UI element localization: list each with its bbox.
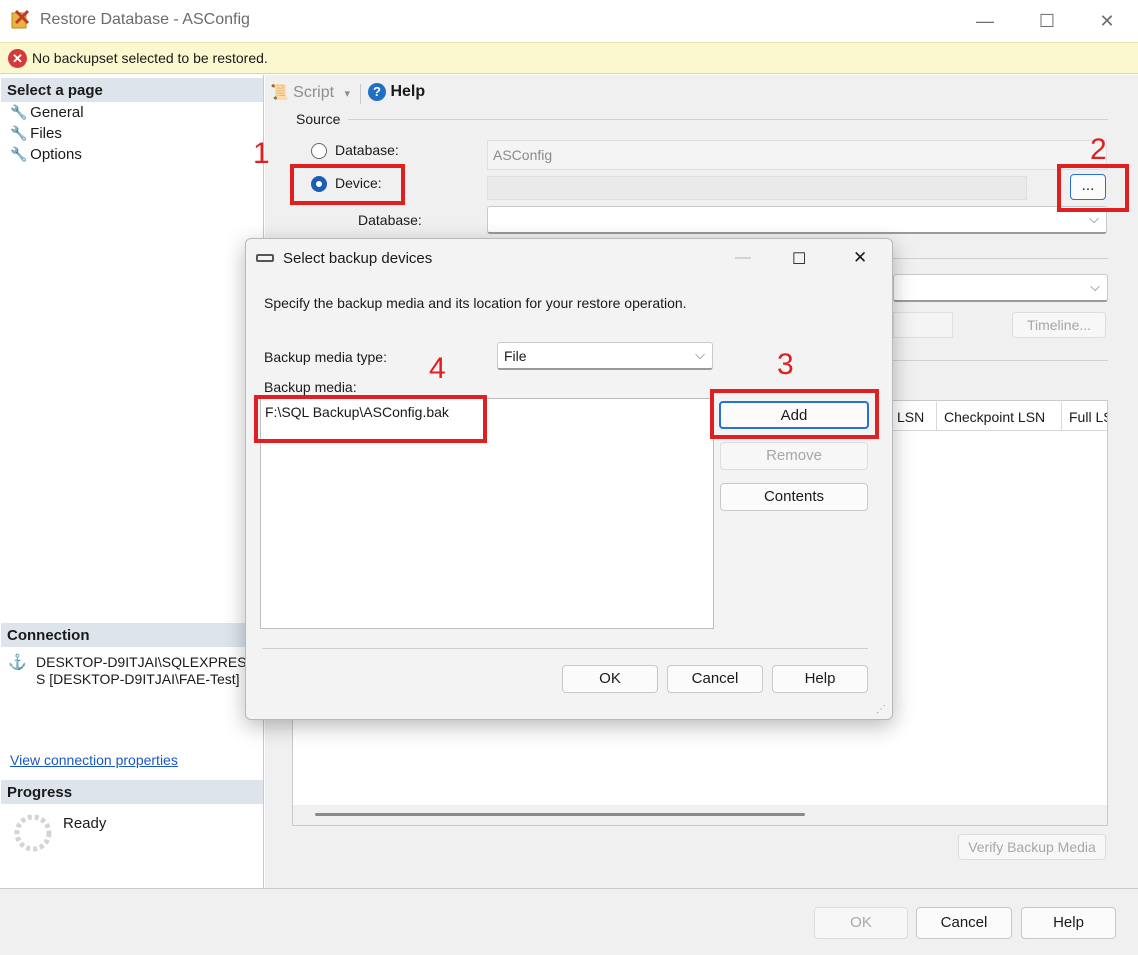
page-item-general[interactable]: 🔧 General [10, 104, 84, 121]
select-page-header: Select a page [1, 78, 263, 102]
source-section-label: Source [296, 111, 341, 127]
dialog-ok-button[interactable]: OK [562, 665, 658, 693]
progress-header: Progress [1, 780, 263, 804]
grid-header-checkpoint-lsn: Checkpoint LSN [944, 409, 1046, 425]
chevron-down-icon: ▾ [344, 88, 351, 100]
dialog-cancel-button[interactable]: Cancel [667, 665, 763, 693]
timeline-button[interactable]: Timeline... [1012, 312, 1106, 338]
grid-header-full-lsn: Full LS [1069, 409, 1107, 425]
progress-status: Ready [63, 815, 107, 832]
source-divider [348, 119, 1108, 120]
help-icon: ? [368, 83, 386, 101]
page-item-label: Options [30, 146, 82, 163]
cancel-button[interactable]: Cancel [916, 907, 1012, 939]
chevron-down-icon: ⌵ [695, 347, 705, 362]
backup-media-type-label: Backup media type: [264, 349, 387, 365]
grid-column-divider [1061, 402, 1062, 430]
contents-button[interactable]: Contents [720, 483, 868, 511]
script-icon: 📜 [270, 84, 289, 101]
window-title: Restore Database - ASConfig [40, 11, 250, 28]
annotation-number-4: 4 [429, 352, 446, 385]
restore-to-select[interactable]: ⌵ [893, 274, 1108, 302]
backup-device-icon [256, 254, 274, 262]
page-item-options[interactable]: 🔧 Options [10, 146, 82, 163]
wrench-icon: 🔧 [10, 146, 28, 162]
dialog-minimize-button[interactable]: — [735, 249, 755, 267]
annotation-box-1 [290, 164, 405, 205]
view-connection-properties-link[interactable]: View connection properties [10, 752, 178, 768]
database-radio-label: Database: [335, 142, 399, 158]
minimize-button[interactable]: — [970, 8, 1000, 34]
dialog-help-button[interactable]: Help [772, 665, 868, 693]
dialog-instruction: Specify the backup media and its locatio… [264, 295, 687, 311]
annotation-box-3 [710, 389, 879, 439]
source-database-field: ASConfig [487, 140, 1107, 170]
dialog-close-button[interactable]: ✕ [853, 248, 873, 268]
remove-button[interactable]: Remove [720, 442, 868, 470]
database-radio[interactable] [311, 143, 327, 159]
annotation-box-4 [254, 395, 487, 443]
chevron-down-icon: ⌵ [1090, 279, 1100, 294]
help-bottom-button[interactable]: Help [1021, 907, 1116, 939]
wrench-icon: 🔧 [10, 104, 28, 120]
backup-media-label: Backup media: [264, 379, 357, 395]
device-path-field [487, 176, 1027, 200]
destination-database-select[interactable]: ⌵ [487, 206, 1107, 234]
page-item-files[interactable]: 🔧 Files [10, 125, 62, 142]
annotation-number-3: 3 [777, 348, 794, 381]
restore-to-field [893, 312, 953, 338]
chevron-down-icon: ⌵ [1089, 211, 1099, 226]
script-label: Script [293, 84, 335, 101]
page-item-label: General [30, 104, 84, 121]
scrollbar-thumb[interactable] [315, 813, 805, 816]
error-message: No backupset selected to be restored. [32, 50, 268, 66]
error-icon: ✕ [8, 49, 27, 68]
section-divider [893, 360, 1108, 361]
dialog-maximize-button[interactable]: ☐ [792, 249, 812, 269]
ok-button[interactable]: OK [814, 907, 908, 939]
restore-database-app-icon [11, 9, 30, 29]
script-button[interactable]: 📜 Script ▾ [270, 83, 350, 102]
dialog-divider [262, 648, 868, 649]
backup-media-type-value: File [504, 348, 527, 364]
connection-header: Connection [1, 623, 263, 647]
annotation-box-2 [1057, 164, 1129, 212]
connection-icon: ⚓ [8, 654, 27, 671]
destination-database-label: Database: [358, 212, 422, 228]
progress-spinner-icon [14, 814, 52, 852]
connection-user: S [DESKTOP-D9ITJAI\FAE-Test] [36, 671, 240, 687]
close-button[interactable]: ✕ [1092, 8, 1122, 34]
annotation-number-1: 1 [253, 137, 270, 170]
help-label: Help [390, 83, 426, 100]
grid-column-divider [936, 402, 937, 430]
dialog-title: Select backup devices [283, 250, 433, 267]
toolbar-divider [360, 84, 361, 104]
wrench-icon: 🔧 [10, 125, 28, 141]
verify-backup-media-button[interactable]: Verify Backup Media [958, 834, 1106, 860]
annotation-number-2: 2 [1090, 133, 1107, 166]
resize-grip-icon[interactable]: ⋰ [876, 704, 886, 715]
connection-server: DESKTOP-D9ITJAI\SQLEXPRES [36, 654, 247, 670]
maximize-button[interactable]: ☐ [1032, 8, 1062, 34]
grid-header-lsn: LSN [897, 409, 925, 425]
backup-media-type-select[interactable]: File ⌵ [497, 342, 713, 370]
page-item-label: Files [30, 125, 62, 142]
section-divider [893, 258, 1108, 259]
help-button[interactable]: ? Help [368, 83, 425, 101]
